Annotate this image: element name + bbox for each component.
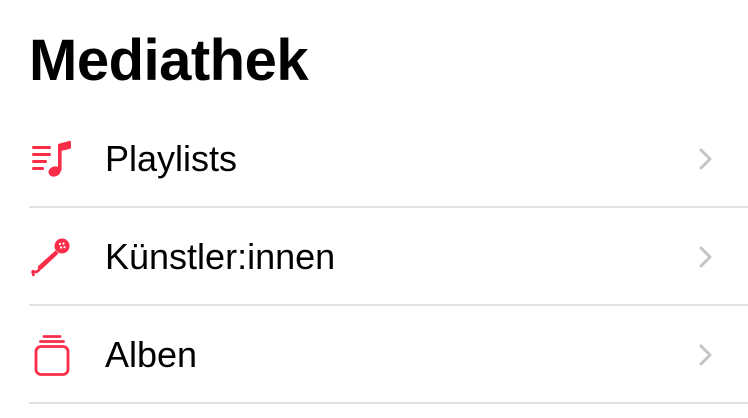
row-divider (29, 402, 748, 404)
chevron-right-icon (699, 344, 712, 366)
library-row-label: Künstler:innen (105, 236, 336, 277)
library-row-albums[interactable]: Alben (0, 306, 748, 404)
page-title: Mediathek (29, 28, 309, 93)
chevron-right-icon (699, 148, 712, 170)
library-row-artists[interactable]: Künstler:innen (0, 208, 748, 306)
library-row-label: Alben (105, 334, 198, 375)
album-stack-icon (30, 333, 74, 377)
chevron-right-icon (699, 246, 712, 268)
microphone-icon (30, 235, 74, 279)
library-list: Playlists Künstler:innen Alben (0, 110, 748, 404)
library-row-label: Playlists (105, 138, 238, 179)
library-row-playlists[interactable]: Playlists (0, 110, 748, 208)
playlist-music-note-icon (30, 137, 74, 181)
